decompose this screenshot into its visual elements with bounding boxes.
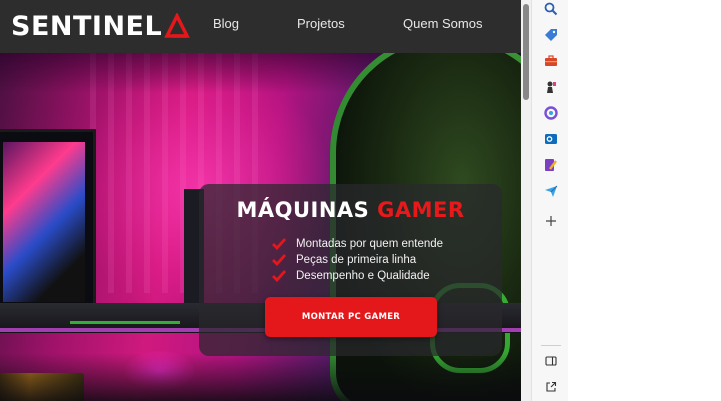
designer-icon[interactable] — [542, 156, 560, 174]
checkmark-icon — [272, 270, 286, 282]
hero-title-main: MÁQUINAS — [236, 198, 370, 222]
feature-text: Desempenho e Qualidade — [296, 270, 430, 282]
add-icon[interactable] — [542, 212, 560, 230]
send-icon[interactable] — [542, 182, 560, 200]
copilot-icon[interactable] — [542, 104, 560, 122]
feature-item: Montadas por quem entende — [272, 236, 443, 252]
logo-triangle-icon — [164, 13, 191, 38]
hero-card: MÁQUINAS GAMER Montadas por quem entende… — [199, 184, 502, 356]
toolbox-icon[interactable] — [542, 52, 560, 70]
nav-link-quem-somos[interactable]: Quem Somos — [403, 16, 482, 31]
hero-green-led — [70, 321, 180, 324]
nav-link-projetos[interactable]: Projetos — [297, 16, 345, 31]
browser-sidebar — [531, 0, 569, 401]
external-link-icon[interactable] — [542, 378, 560, 396]
logo-text: SENTINEL — [11, 10, 163, 42]
nav-link-blog[interactable]: Blog — [213, 16, 239, 31]
hero-monitor-screen — [3, 142, 85, 302]
checkmark-icon — [272, 238, 286, 250]
checkmark-icon — [272, 254, 286, 266]
feature-text: Peças de primeira linha — [296, 254, 417, 266]
hero-title: MÁQUINAS GAMER — [199, 198, 502, 222]
hero-monitor-image — [0, 129, 96, 321]
chess-piece-icon[interactable] — [542, 78, 560, 96]
feature-item: Peças de primeira linha — [272, 252, 443, 268]
hero-floor-shadow — [0, 353, 521, 401]
feature-item: Desempenho e Qualidade — [272, 268, 443, 284]
split-screen-icon[interactable] — [542, 352, 560, 370]
page-scrollbar[interactable] — [521, 0, 531, 401]
outlook-icon[interactable] — [542, 130, 560, 148]
search-icon[interactable] — [542, 0, 560, 18]
top-navbar: SENTINEL Blog Projetos Quem Somos — [0, 0, 521, 53]
scrollbar-thumb[interactable] — [523, 4, 529, 100]
montar-pc-gamer-button[interactable]: MONTAR PC GAMER — [265, 297, 437, 337]
hero-title-accent: GAMER — [377, 198, 465, 222]
sidebar-divider — [541, 345, 561, 346]
website-viewport: SENTINEL Blog Projetos Quem Somos MÁQUIN… — [0, 0, 521, 401]
tag-icon[interactable] — [542, 26, 560, 44]
empty-area — [568, 0, 721, 401]
feature-list: Montadas por quem entende Peças de prime… — [272, 236, 443, 284]
feature-text: Montadas por quem entende — [296, 238, 444, 250]
site-logo[interactable]: SENTINEL — [11, 6, 191, 46]
